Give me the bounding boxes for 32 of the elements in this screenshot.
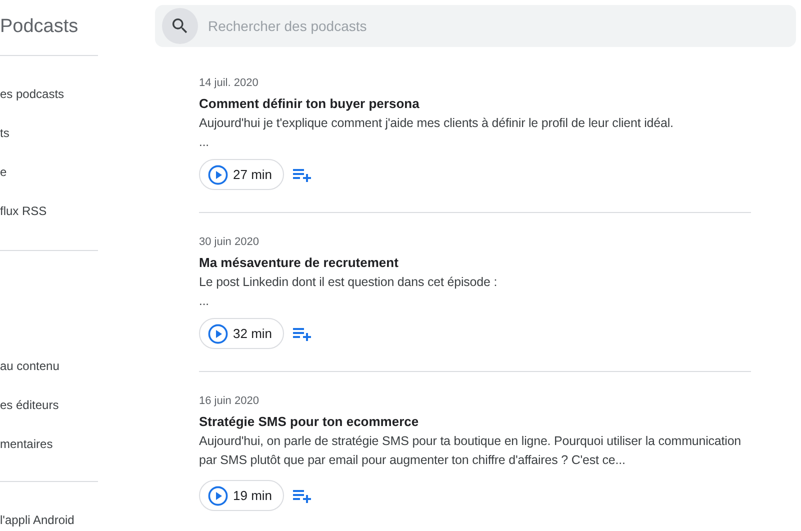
episode-date: 16 juin 2020 (199, 394, 260, 409)
search-input[interactable]: Rechercher des podcasts (206, 17, 790, 35)
sidebar-item[interactable]: flux RSS (0, 193, 98, 232)
add-to-queue-icon[interactable] (293, 326, 314, 342)
add-to-queue-icon[interactable] (293, 488, 314, 504)
episode-date: 30 juin 2020 (199, 235, 260, 250)
play-button[interactable]: 32 min (199, 318, 284, 349)
episode-title[interactable]: Comment définir ton buyer persona (199, 93, 751, 114)
play-icon (208, 486, 228, 506)
episode-description: Le post Linkedin dont il est question dans cet épisode : (199, 274, 498, 291)
sidebar-item[interactable]: l'appli Android (0, 502, 98, 531)
episode-date: 14 juil. 2020 (199, 76, 260, 91)
more-ellipsis: ... (199, 134, 210, 151)
sidebar-item[interactable]: ts (0, 115, 98, 154)
play-icon (208, 164, 228, 184)
search-icon[interactable] (162, 8, 198, 44)
search-bar[interactable]: Rechercher des podcasts (155, 5, 796, 47)
episode-title[interactable]: Ma mésaventure de recrutement (199, 252, 751, 273)
sidebar-item[interactable]: e (0, 154, 98, 193)
more-ellipsis: ... (199, 293, 210, 310)
sidebar-item[interactable]: es podcasts (0, 76, 98, 115)
app-title: Podcasts (0, 15, 80, 39)
add-to-queue-icon[interactable] (293, 166, 314, 182)
sidebar-item[interactable]: mentaires (0, 426, 98, 465)
play-button[interactable]: 19 min (199, 480, 284, 511)
play-button[interactable]: 27 min (199, 159, 284, 190)
sidebar-item[interactable]: au contenu (0, 348, 98, 387)
episode-description: Aujourd'hui, on parle de stratégie SMS pour ta boutique en ligne. Pourquoi utiliser la communication par SMS plutôt que par email pour augmenter ton chiffre d'affaires ? C'est ce... (199, 433, 742, 469)
episode-title[interactable]: Stratégie SMS pour ton ecommerce (199, 411, 751, 432)
play-icon (208, 324, 228, 344)
sidebar-item[interactable]: es éditeurs (0, 387, 98, 426)
episode-description: Aujourd'hui je t'explique comment j'aide mes clients à définir le profil de leur client idéal. (199, 115, 674, 132)
